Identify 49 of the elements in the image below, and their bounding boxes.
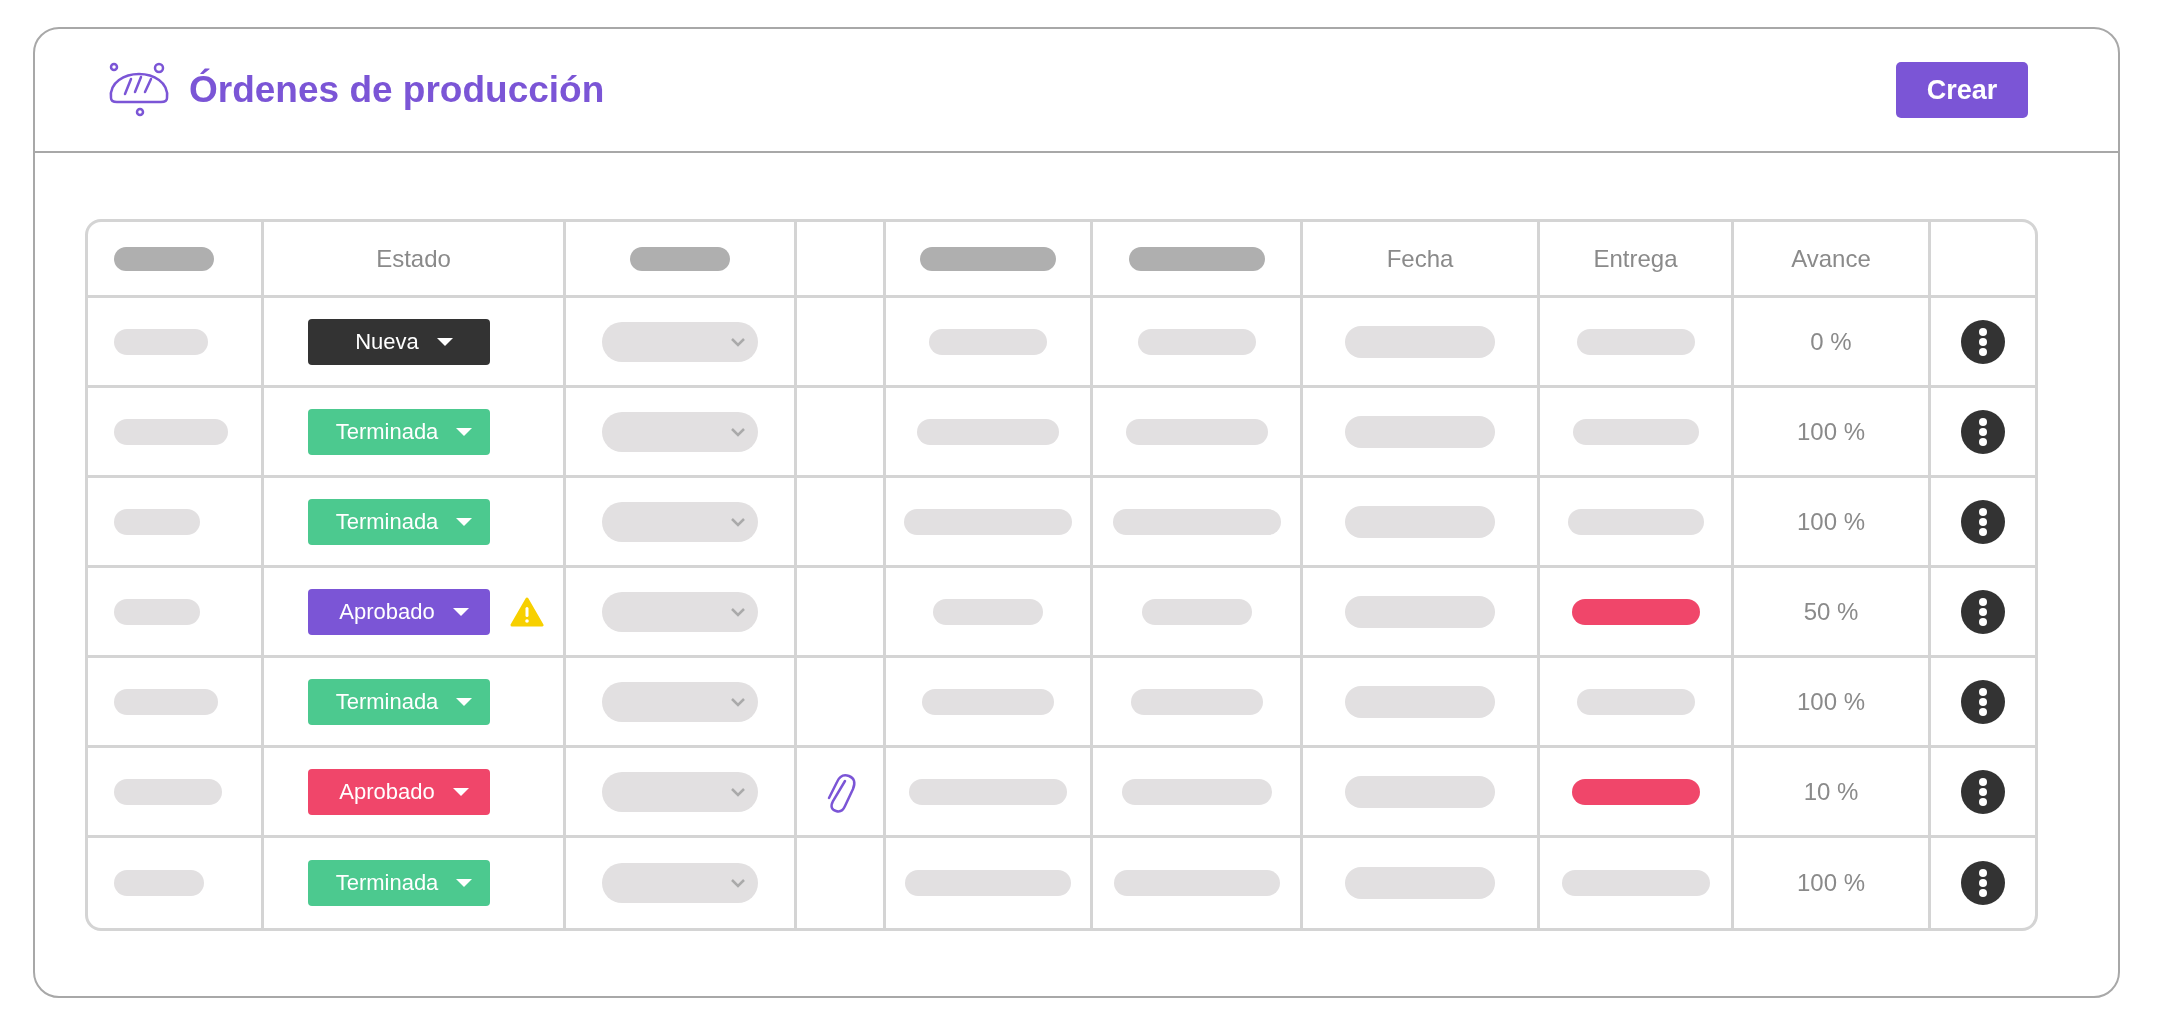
column-header: Avance — [1791, 244, 1871, 273]
status-dropdown[interactable]: Terminada — [308, 860, 490, 906]
select-field[interactable] — [602, 771, 758, 812]
status-dropdown[interactable]: Terminada — [308, 498, 490, 545]
status-dropdown[interactable]: Aprobado — [308, 588, 490, 635]
caret-icon — [452, 607, 469, 616]
more-icon[interactable] — [1961, 499, 2005, 544]
more-icon[interactable] — [1961, 589, 2005, 634]
column-header: Estado — [376, 244, 451, 273]
more-icon[interactable] — [1961, 409, 2005, 454]
more-icon[interactable] — [1961, 319, 2005, 364]
progress-value: 100 % — [1796, 869, 1866, 897]
select-field[interactable] — [602, 321, 758, 362]
chevron-icon — [730, 606, 746, 617]
select-field[interactable] — [602, 863, 758, 903]
create-button[interactable]: Crear — [1896, 62, 2028, 118]
caret-icon — [452, 787, 469, 796]
progress-value: 10 % — [1803, 777, 1859, 806]
progress-value: 0 % — [1810, 327, 1852, 356]
select-field[interactable] — [602, 501, 758, 542]
status-dropdown[interactable]: Nueva — [308, 318, 490, 365]
caret-icon — [456, 697, 473, 706]
progress-value: 50 % — [1803, 597, 1859, 626]
caret-icon — [456, 879, 473, 887]
caret-icon — [436, 337, 453, 346]
column-header: Entrega — [1593, 244, 1678, 273]
status-dropdown[interactable]: Terminada — [308, 408, 490, 455]
caret-icon — [456, 517, 473, 526]
progress-value: 100 % — [1796, 687, 1866, 716]
column-header: Fecha — [1386, 244, 1454, 273]
chevron-icon — [730, 516, 746, 527]
progress-value: 100 % — [1796, 417, 1866, 446]
chevron-icon — [730, 696, 746, 707]
chevron-icon — [730, 336, 746, 347]
more-icon[interactable] — [1961, 769, 2005, 814]
page-title: Órdenes de producción — [189, 69, 606, 111]
chevron-icon — [730, 786, 746, 797]
select-field[interactable] — [602, 591, 758, 632]
progress-value: 100 % — [1796, 507, 1866, 536]
select-field[interactable] — [602, 411, 758, 452]
more-icon[interactable] — [1961, 861, 2005, 905]
chevron-icon — [730, 426, 746, 437]
status-dropdown[interactable]: Aprobado — [308, 768, 490, 815]
caret-icon — [456, 427, 473, 436]
select-field[interactable] — [602, 681, 758, 722]
chevron-icon — [730, 878, 746, 888]
more-icon[interactable] — [1961, 679, 2005, 724]
bread-icon — [107, 62, 171, 118]
status-dropdown[interactable]: Terminada — [308, 678, 490, 725]
